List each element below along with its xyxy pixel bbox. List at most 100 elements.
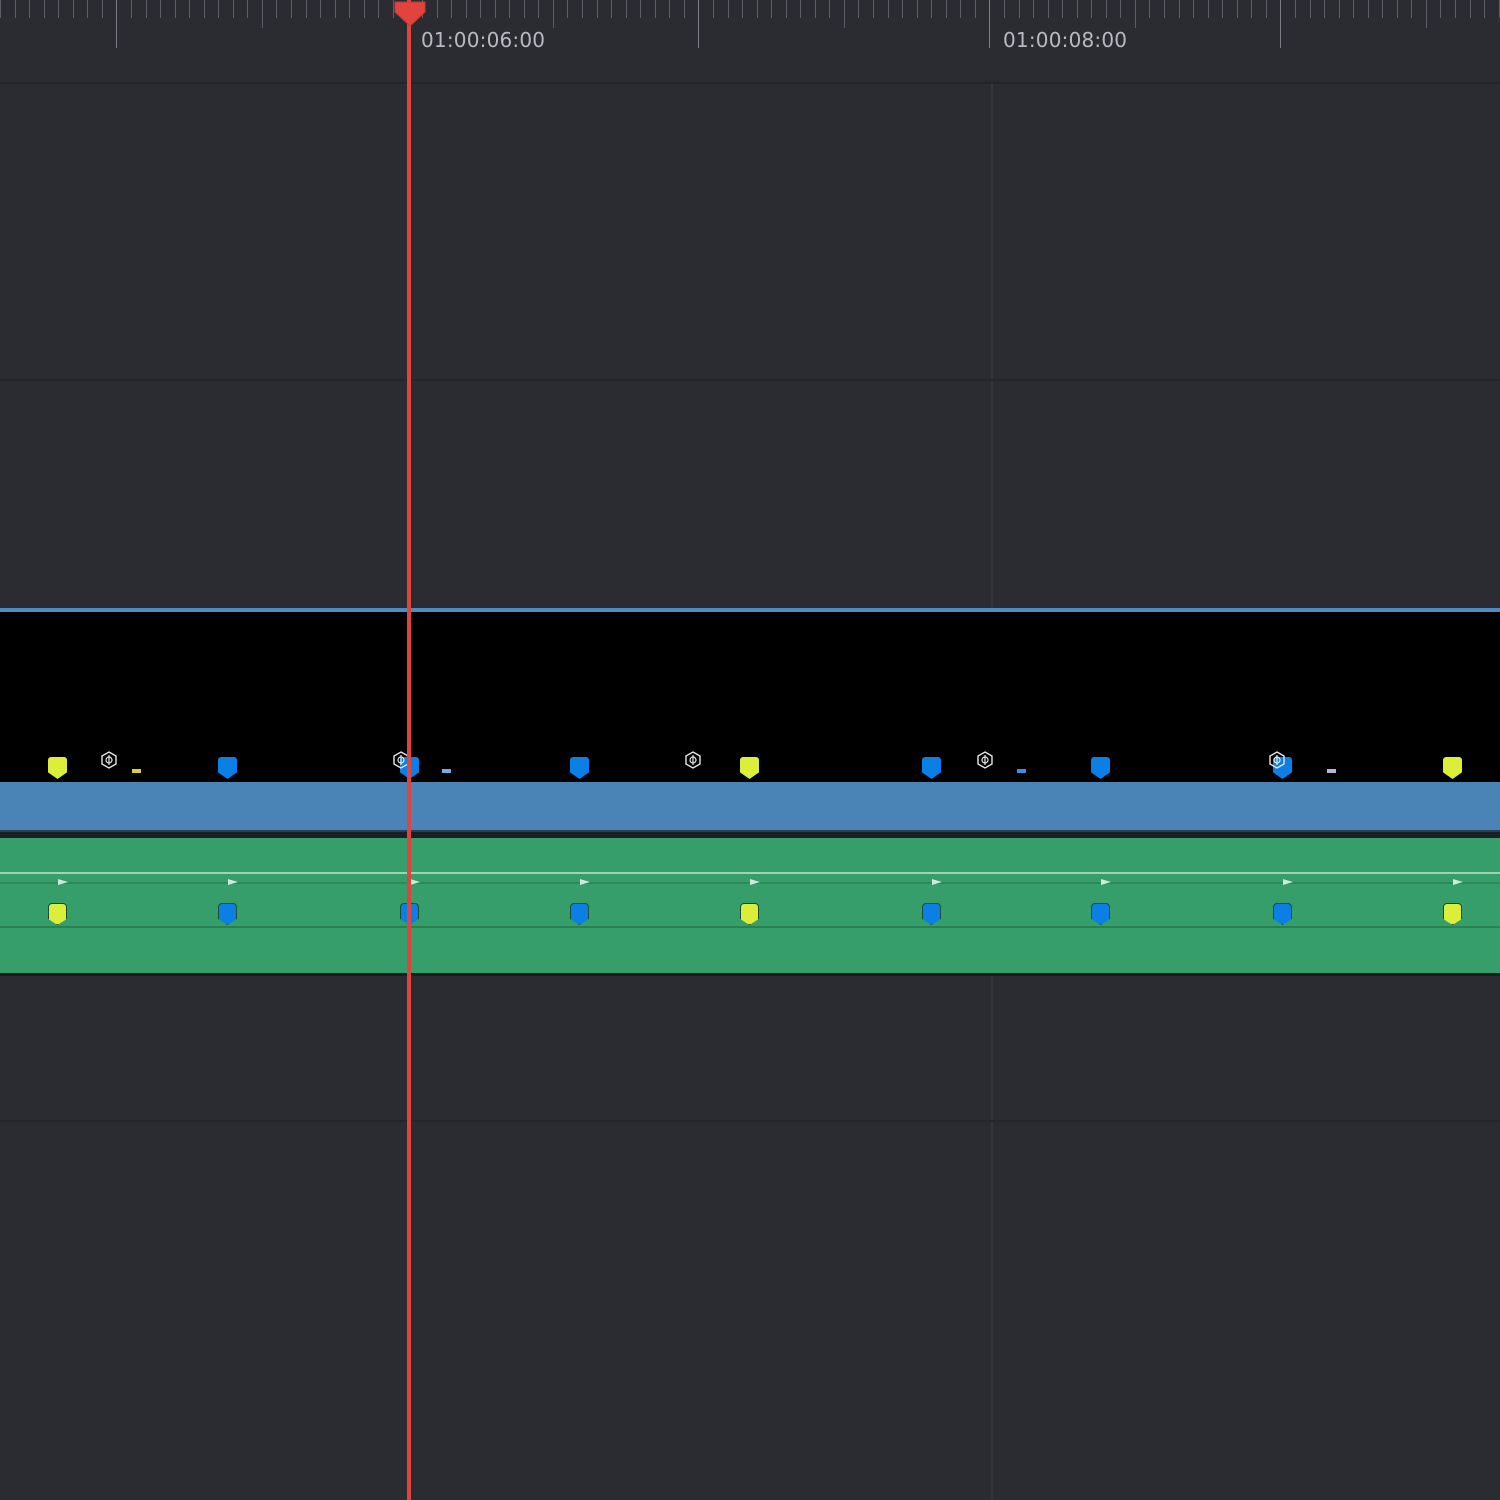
ruler-tick — [1339, 0, 1340, 18]
ruler-tick — [1106, 0, 1107, 18]
ruler-tick — [1382, 0, 1383, 18]
ruler-tick — [495, 0, 496, 18]
ruler-tick — [873, 0, 874, 18]
playhead-line[interactable] — [407, 0, 411, 1500]
ruler-tick — [713, 0, 714, 18]
ruler-tick — [1091, 0, 1092, 18]
audio-volume-line[interactable] — [0, 872, 1500, 874]
ruler-tick — [175, 0, 176, 18]
ruler-tick — [1397, 0, 1398, 18]
clip-indicator — [1017, 769, 1026, 773]
audio-keyframe-arrow-icon — [580, 879, 590, 885]
audio-keyframe-arrow-icon — [1453, 879, 1463, 885]
ruler-tick — [917, 0, 918, 18]
ruler-tick — [553, 0, 554, 28]
second-gridline — [991, 84, 993, 608]
ruler-tick — [218, 0, 219, 18]
ruler-tick — [247, 0, 248, 18]
keyframe-icon[interactable] — [684, 751, 702, 769]
ruler-tick — [1440, 0, 1441, 18]
ruler-tick — [1062, 0, 1063, 18]
ruler-tick — [291, 0, 292, 18]
ruler-tick — [844, 0, 845, 28]
ruler-tick — [626, 0, 627, 18]
ruler-tick — [1411, 0, 1412, 18]
ruler-tick — [378, 0, 379, 18]
ruler-tick — [29, 0, 30, 18]
ruler-tick — [1324, 0, 1325, 18]
ruler-tick — [1193, 0, 1194, 18]
video-clip-bar[interactable] — [0, 782, 1500, 832]
clip-indicator — [132, 769, 141, 773]
ruler-tick — [0, 0, 1, 18]
ruler-tick — [1295, 0, 1296, 18]
ruler-tick — [582, 0, 583, 18]
ruler-tick — [655, 0, 656, 18]
ruler-tick — [902, 0, 903, 18]
ruler-tick — [1353, 0, 1354, 18]
ruler-tick — [451, 0, 452, 18]
ruler-tick — [815, 0, 816, 18]
ruler-tick — [1426, 0, 1427, 28]
ruler-tick — [146, 0, 147, 18]
ruler-tick — [306, 0, 307, 18]
timecode-ruler[interactable]: 01:00:06:00 01:00:08:00 — [0, 0, 1500, 84]
ruler-tick — [1470, 0, 1471, 18]
playhead-icon[interactable] — [393, 0, 427, 26]
ruler-tick — [640, 0, 641, 18]
timecode-label-1: 01:00:06:00 — [421, 28, 546, 52]
ruler-tick — [349, 0, 350, 18]
ruler-tick — [684, 0, 685, 18]
ruler-tick — [597, 0, 598, 18]
ruler-tick — [742, 0, 743, 18]
ruler-tick — [320, 0, 321, 18]
ruler-tick — [276, 0, 277, 18]
ruler-tick — [858, 0, 859, 18]
clip-indicator — [1327, 769, 1336, 773]
keyframe-icon[interactable] — [100, 751, 118, 769]
ruler-tick — [44, 0, 45, 18]
audio-keyframe-arrow-icon — [1283, 879, 1293, 885]
ruler-tick — [1179, 0, 1180, 18]
ruler-tick — [1455, 0, 1456, 18]
ruler-tick — [160, 0, 161, 18]
ruler-tick — [87, 0, 88, 18]
ruler-tick — [131, 0, 132, 18]
ruler-tick — [888, 0, 889, 18]
ruler-tick — [989, 0, 990, 48]
ruler-tick — [15, 0, 16, 18]
clip-indicator — [442, 769, 451, 773]
ruler-tick — [1033, 0, 1034, 18]
track-divider — [0, 379, 1500, 381]
ruler-tick — [1019, 0, 1020, 18]
ruler-tick — [204, 0, 205, 18]
keyframe-icon[interactable] — [976, 751, 994, 769]
ruler-tick — [771, 0, 772, 18]
ruler-tick — [1266, 0, 1267, 18]
audio-keyframe-arrow-icon — [410, 879, 420, 885]
audio-waveform-line — [0, 926, 1500, 928]
ruler-tick — [1048, 0, 1049, 18]
ruler-tick — [611, 0, 612, 18]
ruler-tick — [757, 0, 758, 18]
track-divider — [0, 1120, 1500, 1122]
ruler-tick — [364, 0, 365, 18]
ruler-tick — [786, 0, 787, 18]
keyframe-icon[interactable] — [1268, 751, 1286, 769]
ruler-tick — [931, 0, 932, 18]
ruler-tick — [509, 0, 510, 18]
ruler-tick — [116, 0, 117, 48]
ruler-tick — [960, 0, 961, 18]
ruler-tick — [946, 0, 947, 18]
ruler-tick — [1484, 0, 1485, 18]
second-gridline — [991, 976, 993, 1500]
audio-keyframe-arrow-icon — [932, 879, 942, 885]
ruler-tick — [73, 0, 74, 18]
ruler-tick — [1208, 0, 1209, 18]
audio-keyframe-arrow-icon — [58, 879, 68, 885]
ruler-tick — [1149, 0, 1150, 18]
ruler-tick — [58, 0, 59, 18]
ruler-tick — [669, 0, 670, 18]
audio-keyframe-arrow-icon — [750, 879, 760, 885]
ruler-tick — [189, 0, 190, 18]
